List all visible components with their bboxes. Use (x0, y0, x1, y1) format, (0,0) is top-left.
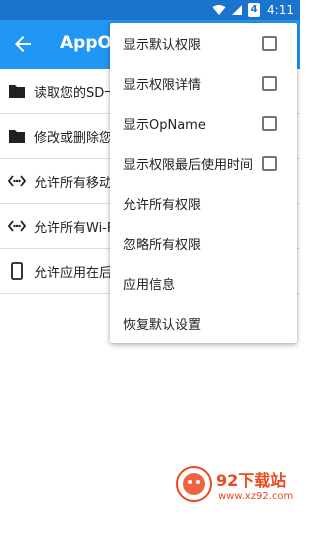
menu-item-label: 显示权限详情 (123, 77, 202, 93)
screen: 4 4:11 AppOps 读取您的SD卡中的内容 修改或删除您的SD卡中的内容 (0, 0, 300, 533)
signal-icon (231, 1, 243, 20)
checkbox[interactable] (262, 116, 277, 131)
checkbox[interactable] (262, 156, 277, 171)
menu-item-label: 恢复默认设置 (123, 317, 202, 333)
arrow-back-icon[interactable] (11, 32, 35, 56)
watermark-url: www.xz92.com (218, 491, 294, 502)
menu-item-label: 应用信息 (123, 277, 176, 293)
menu-item-label: 允许所有权限 (123, 197, 202, 213)
menu-item-show-permission-details[interactable]: 显示权限详情 (110, 63, 297, 103)
status-time: 4:11 (267, 3, 294, 17)
list-item-label: 允许所有Wi-Fi (34, 220, 118, 236)
menu-item-app-info[interactable]: 应用信息 (110, 263, 297, 303)
menu-item-show-default-permissions[interactable]: 显示默认权限 (110, 23, 297, 63)
folder-icon (8, 82, 26, 100)
status-icons: 4 4:11 (212, 2, 294, 18)
network-icon (8, 217, 26, 235)
menu-item-show-opname[interactable]: 显示OpName (110, 103, 297, 143)
menu-item-label: 忽略所有权限 (123, 237, 202, 253)
watermark-brand: 92下载站 (216, 471, 287, 490)
watermark-logo-icon (174, 464, 214, 508)
menu-item-label: 显示OpName (123, 117, 206, 133)
menu-item-restore-defaults[interactable]: 恢复默认设置 (110, 303, 297, 343)
checkbox[interactable] (262, 76, 277, 91)
wifi-icon (212, 1, 226, 20)
overflow-menu: 显示默认权限 显示权限详情 显示OpName 显示权限最后使用时间 允许所有权限… (110, 23, 297, 343)
battery-icon: 4 (248, 3, 261, 17)
menu-item-ignore-all[interactable]: 忽略所有权限 (110, 223, 297, 263)
menu-item-label: 显示权限最后使用时间 (123, 157, 254, 173)
menu-item-allow-all[interactable]: 允许所有权限 (110, 183, 297, 223)
menu-item-label: 显示默认权限 (123, 37, 202, 53)
phone-icon (8, 262, 26, 280)
network-icon (8, 172, 26, 190)
status-bar: 4 4:11 (0, 0, 300, 20)
checkbox[interactable] (262, 36, 277, 51)
menu-item-show-last-used-time[interactable]: 显示权限最后使用时间 (110, 143, 297, 183)
watermark: 92下载站 www.xz92.com (172, 460, 298, 520)
folder-icon (8, 127, 26, 145)
